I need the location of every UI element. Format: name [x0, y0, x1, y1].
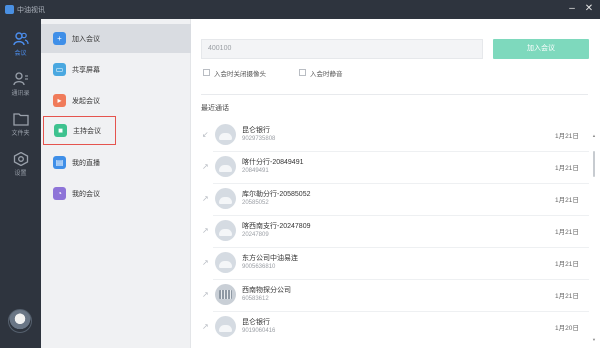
call-date: 1月21日 — [555, 133, 579, 140]
scroll-down-icon[interactable]: ▼ — [592, 337, 596, 342]
call-row[interactable]: ↗ 库尔勒分行-20585052 20585052 1月21日 — [191, 184, 591, 216]
join-icon: + — [53, 32, 66, 45]
call-date: 1月21日 — [555, 229, 579, 236]
call-row[interactable]: ↗ 喀什分行-20849491 20849491 1月21日 — [191, 152, 591, 184]
contacts-icon — [12, 72, 28, 86]
contact-avatar — [215, 316, 236, 337]
submenu-item-share-screen[interactable]: ▭ 共享屏幕 — [41, 55, 191, 84]
incoming-call-icon: ↙ — [202, 130, 209, 139]
call-name: 喀西南支行-20247809 — [242, 223, 311, 230]
call-row[interactable]: ↗ 东方公司中油易连 9005636810 1月21日 — [191, 248, 591, 280]
rail-item-label: 设置 — [14, 171, 27, 177]
window-title: 中油视讯 — [17, 7, 45, 14]
call-number: 9029735808 — [242, 136, 276, 142]
gear-icon — [13, 152, 28, 166]
rail-item-contacts[interactable]: 通讯录 — [0, 67, 41, 107]
call-number: 9005636810 — [242, 264, 276, 270]
rail-item-label: 会议 — [14, 51, 27, 57]
title-bar: 中油视讯 – ✕ — [0, 0, 600, 19]
call-name: 喀什分行-20849491 — [242, 159, 304, 166]
minimize-icon[interactable]: – — [565, 2, 579, 16]
call-date: 1月21日 — [555, 165, 579, 172]
call-date: 1月20日 — [555, 325, 579, 332]
submenu-item-join[interactable]: + 加入会议 — [41, 24, 191, 53]
call-name: 东方公司中油易连 — [242, 255, 298, 262]
submenu-item-my-meetings[interactable]: ◔ 我的会议 — [41, 179, 191, 208]
rail-item-label: 文件夹 — [11, 131, 30, 137]
outgoing-call-icon: ↗ — [202, 162, 209, 171]
submenu-item-start-meeting[interactable]: ▸ 发起会议 — [41, 86, 191, 115]
call-date: 1月21日 — [555, 197, 579, 204]
app-logo-icon — [5, 5, 14, 14]
outgoing-call-icon: ↗ — [202, 322, 209, 331]
video-icon: ▸ — [53, 94, 66, 107]
meeting-users-icon — [12, 32, 29, 46]
contact-avatar — [215, 220, 236, 241]
outgoing-call-icon: ↗ — [202, 290, 209, 299]
close-camera-label: 入会时关闭摄像头 — [214, 71, 266, 78]
call-date: 1月21日 — [555, 261, 579, 268]
call-name: 昆仑银行 — [242, 319, 270, 326]
outgoing-call-icon: ↗ — [202, 194, 209, 203]
close-camera-option[interactable]: 入会时关闭摄像头 — [203, 68, 303, 78]
join-meeting-button[interactable]: 加入会议 — [493, 39, 589, 59]
recent-calls-scrollbar[interactable]: ▲ ▼ — [592, 133, 596, 343]
call-name: 西南物探分公司 — [242, 287, 291, 294]
call-number: 20247809 — [242, 232, 269, 238]
mute-checkbox[interactable] — [299, 69, 306, 76]
main-panel: 400100 加入会议 入会时关闭摄像头 入会时静音 最近通话 ↙ 昆仑银行 9… — [191, 19, 600, 348]
submenu-item-label: 发起会议 — [72, 98, 100, 105]
contact-avatar — [215, 252, 236, 273]
meeting-submenu: + 加入会议 ▭ 共享屏幕 ▸ 发起会议 ■ 主持会议 ▤ 我的直播 ◔ 我的会… — [41, 19, 191, 348]
submenu-item-label: 共享屏幕 — [72, 67, 100, 74]
app-window: 中油视讯 – ✕ 会议 通讯录 文件夹 设置 + 加入会议 ▭ 共享屏幕 ▸ 发… — [0, 0, 600, 348]
close-camera-checkbox[interactable] — [203, 69, 210, 76]
scroll-up-icon[interactable]: ▲ — [592, 133, 596, 138]
close-icon[interactable]: ✕ — [582, 2, 596, 16]
rail-item-settings[interactable]: 设置 — [0, 147, 41, 187]
submenu-item-my-live[interactable]: ▤ 我的直播 — [41, 148, 191, 177]
call-row[interactable]: ↗ 西南物探分公司 60583612 1月21日 — [191, 280, 591, 312]
call-row[interactable]: ↗ 昆仑银行 9019060416 1月20日 — [191, 312, 591, 344]
rail-item-label: 通讯录 — [11, 91, 30, 97]
submenu-item-label: 我的直播 — [72, 160, 100, 167]
rail-item-folder[interactable]: 文件夹 — [0, 107, 41, 147]
call-number: 9019060416 — [242, 328, 276, 334]
call-number: 20849491 — [242, 168, 269, 174]
call-name: 昆仑银行 — [242, 127, 270, 134]
contact-avatar — [215, 156, 236, 177]
building-avatar — [215, 284, 236, 305]
user-avatar[interactable] — [8, 309, 32, 333]
outgoing-call-icon: ↗ — [202, 226, 209, 235]
submenu-item-label: 主持会议 — [73, 128, 101, 135]
mute-option[interactable]: 入会时静音 — [299, 68, 379, 78]
call-number: 20585052 — [242, 200, 269, 206]
submenu-item-host-meeting[interactable]: ■ 主持会议 — [43, 116, 116, 145]
call-date: 1月21日 — [555, 293, 579, 300]
clock-icon: ◔ — [53, 187, 66, 200]
call-row[interactable]: ↗ 喀西南支行-20247809 20247809 1月21日 — [191, 216, 591, 248]
recent-calls-title: 最近通话 — [201, 105, 229, 112]
outgoing-call-icon: ↗ — [202, 258, 209, 267]
screen-share-icon: ▭ — [53, 63, 66, 76]
call-name: 库尔勒分行-20585052 — [242, 191, 311, 198]
call-number: 60583612 — [242, 296, 269, 302]
submenu-item-label: 我的会议 — [72, 191, 100, 198]
meeting-id-input[interactable]: 400100 — [201, 39, 483, 59]
mute-label: 入会时静音 — [310, 71, 343, 78]
folder-icon — [12, 113, 29, 126]
rail-item-meeting[interactable]: 会议 — [0, 27, 41, 67]
host-icon: ■ — [54, 124, 67, 137]
left-rail: 会议 通讯录 文件夹 设置 — [0, 19, 41, 348]
submenu-item-label: 加入会议 — [72, 36, 100, 43]
divider — [201, 94, 588, 95]
scrollbar-thumb[interactable] — [593, 151, 595, 177]
live-icon: ▤ — [53, 156, 66, 169]
contact-avatar — [215, 124, 236, 145]
call-row[interactable]: ↙ 昆仑银行 9029735808 1月21日 — [191, 120, 591, 152]
contact-avatar — [215, 188, 236, 209]
